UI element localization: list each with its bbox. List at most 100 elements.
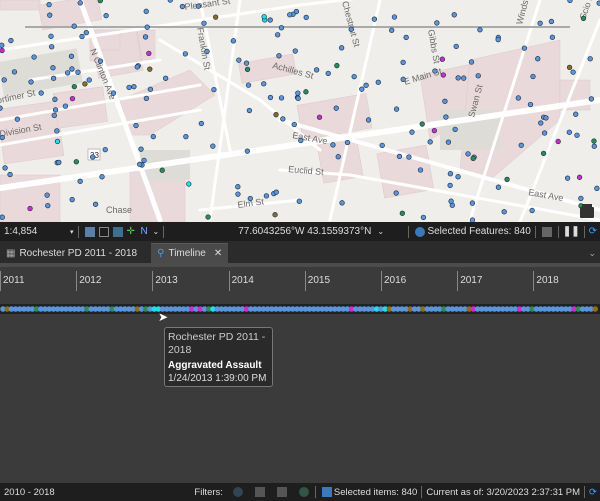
incident-point[interactable] (0, 42, 5, 48)
incident-point[interactable] (344, 139, 351, 146)
incident-point[interactable] (48, 33, 54, 39)
incident-point[interactable] (71, 83, 77, 90)
incident-point[interactable] (50, 65, 56, 71)
incident-point[interactable] (555, 138, 561, 145)
incident-point[interactable] (391, 14, 398, 20)
incident-point[interactable] (273, 189, 279, 195)
incident-point[interactable] (419, 121, 425, 127)
snapping-icon[interactable] (112, 226, 123, 237)
incident-point[interactable] (287, 12, 293, 18)
incident-point[interactable] (137, 161, 143, 167)
incident-point[interactable] (439, 56, 445, 62)
incident-point[interactable] (537, 20, 543, 26)
incident-point[interactable] (549, 34, 556, 40)
incident-point[interactable] (143, 95, 150, 102)
incident-point[interactable] (83, 30, 89, 36)
incident-point[interactable] (447, 171, 454, 177)
selection-icon[interactable] (415, 226, 426, 237)
incident-point[interactable] (44, 192, 50, 198)
incident-point[interactable] (79, 33, 85, 40)
incident-point[interactable] (45, 202, 51, 209)
incident-point[interactable] (427, 139, 433, 145)
incident-point[interactable] (351, 73, 357, 80)
incident-point[interactable] (147, 86, 154, 92)
incident-point[interactable] (75, 69, 81, 75)
incident-point[interactable] (198, 120, 205, 127)
incident-point[interactable] (97, 58, 104, 64)
incident-point[interactable] (564, 175, 571, 181)
grid-icon[interactable] (98, 226, 109, 237)
incident-point[interactable] (210, 143, 216, 149)
timeline-ruler[interactable]: 2011 2012 2013 2014 2015 2016 2017 2018 (0, 263, 600, 291)
incident-point[interactable] (77, 178, 83, 184)
incident-point[interactable] (179, 3, 186, 10)
incident-point[interactable] (235, 184, 241, 190)
incident-point[interactable] (64, 70, 71, 76)
incident-point[interactable] (245, 82, 252, 88)
incident-point[interactable] (400, 76, 406, 82)
incident-point[interactable] (247, 195, 253, 202)
incident-point[interactable] (591, 143, 597, 149)
incident-point[interactable] (69, 66, 75, 72)
globe-icon[interactable] (298, 487, 309, 497)
incident-point[interactable] (69, 95, 76, 102)
incident-point[interactable] (339, 200, 345, 206)
incident-point[interactable] (409, 129, 415, 135)
incident-point[interactable] (521, 45, 528, 51)
extent-filter-icon[interactable] (276, 487, 287, 497)
pause-icon[interactable]: ❚❚ (563, 226, 580, 237)
incident-point[interactable] (363, 82, 369, 88)
incident-point[interactable] (587, 56, 593, 62)
incident-point[interactable] (574, 132, 580, 138)
incident-point[interactable] (138, 146, 144, 152)
incident-point[interactable] (205, 214, 211, 220)
incident-point[interactable] (0, 134, 5, 141)
incident-point[interactable] (515, 95, 521, 101)
incident-point[interactable] (11, 69, 18, 75)
incident-point[interactable] (303, 14, 309, 21)
incident-point[interactable] (396, 153, 403, 160)
incident-point[interactable] (530, 73, 536, 80)
incident-point[interactable] (434, 20, 440, 26)
incident-point[interactable] (461, 75, 467, 81)
incident-point[interactable] (47, 12, 53, 18)
incident-point[interactable] (52, 96, 58, 102)
incident-point[interactable] (201, 20, 207, 26)
navigate-icon[interactable] (84, 226, 95, 237)
incident-point[interactable] (529, 207, 535, 214)
incident-point[interactable] (298, 137, 304, 144)
incident-point[interactable] (133, 122, 139, 129)
incident-point[interactable] (142, 34, 149, 40)
incident-point[interactable] (62, 103, 69, 109)
incident-point[interactable] (548, 18, 555, 25)
scale-selector[interactable]: 1:4,854 (0, 226, 70, 237)
crosshair-icon[interactable]: ✛ (127, 226, 137, 237)
incident-point[interactable] (110, 90, 117, 96)
incident-point[interactable] (68, 53, 75, 59)
incident-point[interactable] (204, 48, 210, 55)
incident-point[interactable] (495, 36, 501, 43)
incident-point[interactable] (0, 105, 3, 111)
chevron-down-icon[interactable]: ▾ (70, 228, 74, 236)
incident-point[interactable] (236, 57, 242, 63)
incident-point[interactable] (576, 174, 583, 180)
north-arrow-icon[interactable]: N (141, 226, 151, 237)
incident-point[interactable] (134, 64, 140, 70)
close-icon[interactable]: ✕ (214, 248, 222, 259)
incident-point[interactable] (448, 198, 454, 204)
incident-point[interactable] (69, 196, 75, 203)
incident-point[interactable] (8, 37, 14, 44)
incident-point[interactable] (230, 38, 237, 44)
incident-point[interactable] (272, 212, 278, 218)
incident-point[interactable] (295, 90, 301, 96)
incident-point[interactable] (73, 159, 79, 165)
incident-point[interactable] (440, 72, 446, 78)
incident-point[interactable] (54, 128, 60, 134)
incident-point[interactable] (246, 107, 253, 114)
incident-point[interactable] (447, 182, 453, 189)
incident-point[interactable] (406, 154, 412, 160)
incident-point[interactable] (235, 191, 241, 197)
incident-point[interactable] (442, 98, 448, 104)
incident-point[interactable] (455, 75, 461, 81)
incident-point[interactable] (400, 59, 406, 65)
